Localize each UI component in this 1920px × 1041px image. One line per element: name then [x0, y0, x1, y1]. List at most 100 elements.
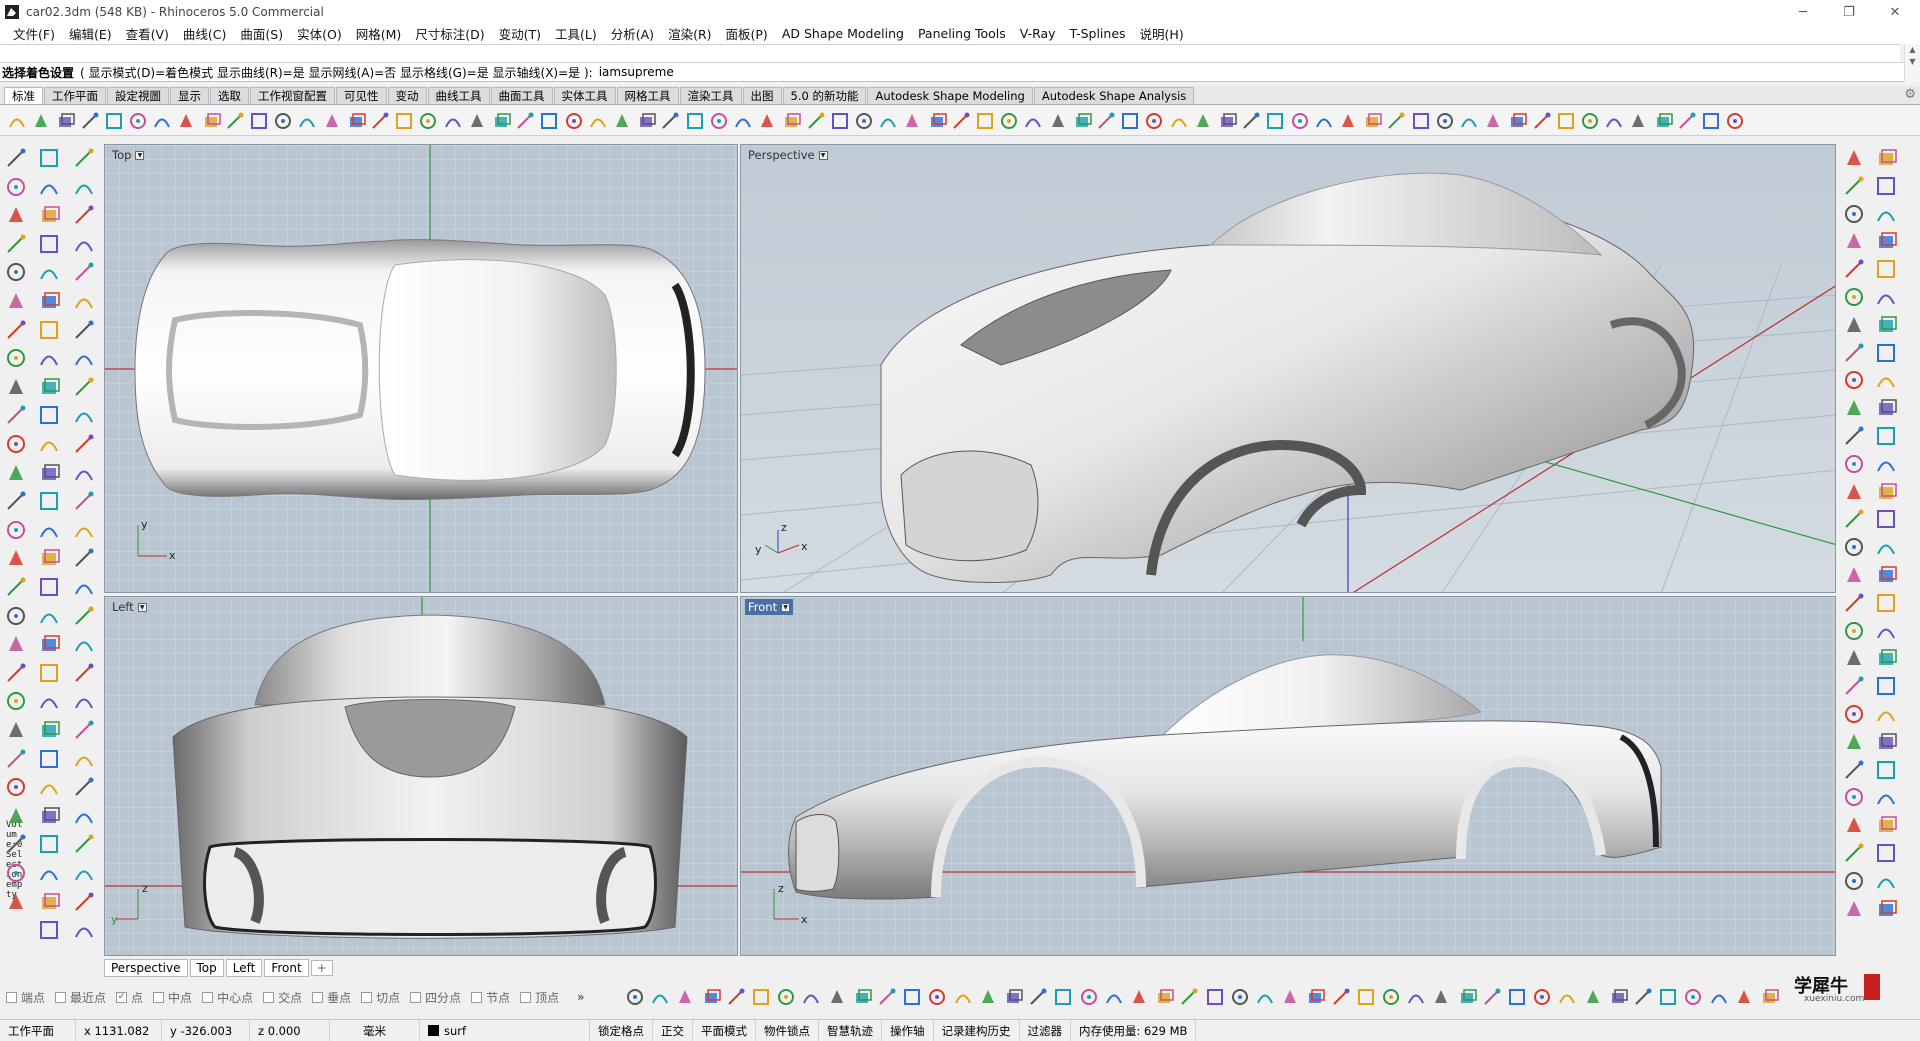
- tool-55-icon[interactable]: [1337, 110, 1359, 132]
- right-tool-4-0-icon[interactable]: [1842, 257, 1866, 281]
- viewport-tab-perspective[interactable]: Perspective: [104, 959, 188, 977]
- bottom-tool-29-icon[interactable]: [1355, 986, 1377, 1008]
- zoom-icon[interactable]: [296, 110, 318, 132]
- menu-item-7[interactable]: 尺寸标注(D): [408, 24, 491, 43]
- bottom-tool-31-icon[interactable]: [1405, 986, 1427, 1008]
- left-tool-12-0-icon[interactable]: [4, 489, 28, 513]
- right-tool-17-0-icon[interactable]: [1842, 619, 1866, 643]
- right-tool-14-1-icon[interactable]: [1874, 535, 1898, 559]
- left-tool-12-1-icon[interactable]: [37, 489, 61, 513]
- right-tool-7-1-icon[interactable]: [1874, 341, 1898, 365]
- bottom-tool-30-icon[interactable]: [1380, 986, 1402, 1008]
- tool-71-icon[interactable]: [1724, 110, 1746, 132]
- right-tool-23-0-icon[interactable]: [1842, 785, 1866, 809]
- viewport-left[interactable]: z y Left ▼: [104, 596, 738, 956]
- status-ortho[interactable]: 正交: [653, 1019, 693, 1041]
- right-tool-24-1-icon[interactable]: [1874, 813, 1898, 837]
- render-icon[interactable]: [514, 110, 536, 132]
- left-tool-8-0-icon[interactable]: [4, 375, 28, 399]
- left-tool-5-2-icon[interactable]: [72, 289, 96, 313]
- left-tool-16-1-icon[interactable]: [37, 604, 61, 628]
- save-icon[interactable]: [54, 110, 76, 132]
- left-tool-15-1-icon[interactable]: [37, 575, 61, 599]
- viewport-menu-icon[interactable]: ▼: [781, 602, 791, 612]
- left-tool-1-2-icon[interactable]: [72, 175, 96, 199]
- left-tool-14-1-icon[interactable]: [37, 546, 61, 570]
- toolbar-tab-10[interactable]: 实体工具: [553, 87, 616, 104]
- toolbar-tab-3[interactable]: 显示: [170, 87, 209, 104]
- left-tool-7-2-icon[interactable]: [72, 346, 96, 370]
- tool-44-icon[interactable]: [1071, 110, 1093, 132]
- right-tool-25-0-icon[interactable]: [1842, 841, 1866, 865]
- viewport-title-perspective[interactable]: Perspective ▼: [745, 147, 831, 163]
- tool-63-icon[interactable]: [1531, 110, 1553, 132]
- osnap-1[interactable]: 最近点: [55, 989, 106, 1006]
- tool-65-icon[interactable]: [1579, 110, 1601, 132]
- rotate-view-icon[interactable]: [393, 110, 415, 132]
- zoom-in-icon[interactable]: [417, 110, 439, 132]
- left-tool-11-2-icon[interactable]: [72, 461, 96, 485]
- right-tool-26-1-icon[interactable]: [1874, 869, 1898, 893]
- bottom-tool-40-icon[interactable]: [1632, 986, 1654, 1008]
- bottom-tool-7-icon[interactable]: [800, 986, 822, 1008]
- bottom-tool-43-icon[interactable]: [1708, 986, 1730, 1008]
- left-tool-17-0-icon[interactable]: [4, 632, 28, 656]
- tool-37-icon[interactable]: [901, 110, 923, 132]
- status-record-history[interactable]: 记录建构历史: [934, 1019, 1020, 1041]
- layout-grid-icon[interactable]: [490, 110, 512, 132]
- zoom-window-icon[interactable]: [321, 110, 343, 132]
- tool-57-icon[interactable]: [1385, 110, 1407, 132]
- menu-item-3[interactable]: 曲线(C): [176, 24, 233, 43]
- toolbar-tab-7[interactable]: 变动: [387, 87, 427, 104]
- left-tool-14-0-icon[interactable]: [4, 546, 28, 570]
- right-tool-3-1-icon[interactable]: [1874, 229, 1898, 253]
- osnap-checkbox[interactable]: [55, 991, 67, 1003]
- viewport-perspective[interactable]: z x y Perspective ▼: [740, 144, 1836, 593]
- menu-item-5[interactable]: 实体(O): [290, 24, 349, 43]
- open-file-icon[interactable]: [30, 110, 52, 132]
- bottom-tool-34-icon[interactable]: [1481, 986, 1503, 1008]
- toolbar-tab-1[interactable]: 工作平面: [44, 87, 106, 104]
- tool-23-icon[interactable]: [563, 110, 585, 132]
- osnap-10[interactable]: 顶点: [520, 989, 559, 1006]
- left-tool-11-1-icon[interactable]: [37, 461, 61, 485]
- right-tool-10-0-icon[interactable]: [1842, 424, 1866, 448]
- left-tool-10-2-icon[interactable]: [72, 432, 96, 456]
- tool-59-icon[interactable]: [1434, 110, 1456, 132]
- right-tool-20-1-icon[interactable]: [1874, 702, 1898, 726]
- toolbar-tab-8[interactable]: 曲线工具: [427, 87, 490, 104]
- viewport-title-top[interactable]: Top ▼: [109, 147, 147, 163]
- bottom-tool-36-icon[interactable]: [1531, 986, 1553, 1008]
- status-units[interactable]: 毫米: [330, 1019, 420, 1041]
- tool-31-icon[interactable]: [756, 110, 778, 132]
- left-tool-22-1-icon[interactable]: [37, 775, 61, 799]
- right-tool-22-1-icon[interactable]: [1874, 758, 1898, 782]
- left-tool-13-0-icon[interactable]: [4, 518, 28, 542]
- status-cplane[interactable]: 工作平面: [0, 1019, 76, 1041]
- left-tool-5-1-icon[interactable]: [37, 289, 61, 313]
- tool-42-icon[interactable]: [1022, 110, 1044, 132]
- left-tool-4-1-icon[interactable]: [37, 260, 61, 284]
- left-tool-23-1-icon[interactable]: [37, 804, 61, 828]
- left-tool-10-1-icon[interactable]: [37, 432, 61, 456]
- left-tool-9-0-icon[interactable]: [4, 403, 28, 427]
- bottom-tool-37-icon[interactable]: [1556, 986, 1578, 1008]
- gear-icon[interactable]: ⚙: [1904, 87, 1916, 102]
- left-tool-13-2-icon[interactable]: [72, 518, 96, 542]
- command-scrollbar[interactable]: ▲ ▼: [1904, 44, 1920, 82]
- right-tool-7-0-icon[interactable]: [1842, 341, 1866, 365]
- left-tool-4-0-icon[interactable]: [4, 260, 28, 284]
- left-tool-11-0-icon[interactable]: [4, 461, 28, 485]
- tool-51-icon[interactable]: [1240, 110, 1262, 132]
- osnap-7[interactable]: 切点: [361, 989, 400, 1006]
- right-tool-24-0-icon[interactable]: [1842, 813, 1866, 837]
- left-tool-16-0-icon[interactable]: [4, 604, 28, 628]
- right-tool-12-1-icon[interactable]: [1874, 480, 1898, 504]
- command-line[interactable]: 选择着色设置 ( 显示模式(D)=着色模式 显示曲线(R)=是 显示网线(A)=…: [0, 62, 1904, 82]
- menu-item-6[interactable]: 网格(M): [349, 24, 409, 43]
- tool-46-icon[interactable]: [1119, 110, 1141, 132]
- right-tool-19-0-icon[interactable]: [1842, 674, 1866, 698]
- left-tool-1-1-icon[interactable]: [37, 175, 61, 199]
- tool-22-icon[interactable]: [538, 110, 560, 132]
- left-tool-19-1-icon[interactable]: [37, 689, 61, 713]
